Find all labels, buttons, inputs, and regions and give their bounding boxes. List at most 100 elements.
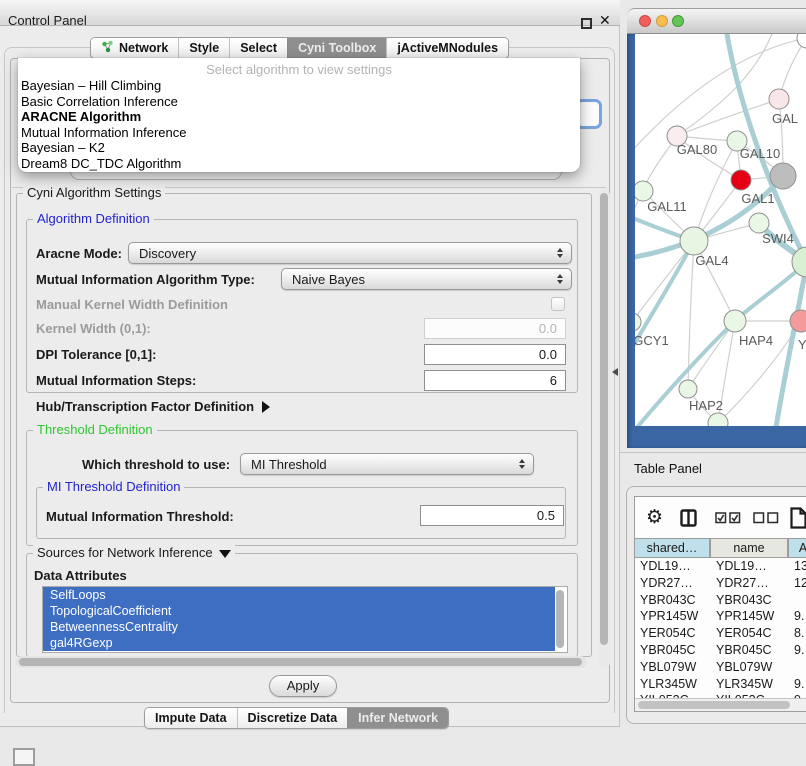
network-node-label: GAL80 (677, 142, 717, 157)
panel-divider (620, 452, 806, 453)
network-edge[interactable] (688, 321, 735, 389)
table-cell[interactable]: YDR27… (716, 575, 788, 592)
table-cell[interactable]: YDL19… (640, 558, 710, 575)
which-threshold-label: Which threshold to use: (82, 457, 230, 472)
list-scrollbar-thumb[interactable] (556, 590, 564, 648)
algorithm-option[interactable]: Bayesian – Hill Climbing (18, 78, 580, 94)
gear-icon[interactable]: ⚙ (646, 505, 663, 531)
network-node[interactable] (724, 310, 746, 332)
algorithm-option[interactable]: ARACNE Algorithm (18, 109, 580, 125)
manual-kernel-label: Manual Kernel Width Definition (36, 297, 228, 312)
network-node[interactable] (680, 227, 708, 255)
table-cell[interactable]: YBL079W (640, 659, 710, 676)
table-cell[interactable] (794, 659, 806, 676)
network-node[interactable] (797, 34, 806, 48)
table-header-cell[interactable]: shared… (634, 538, 710, 558)
network-edge[interactable] (677, 99, 779, 136)
table-cell[interactable]: 9. (794, 676, 806, 693)
aracne-mode-select[interactable]: Discovery (128, 242, 572, 264)
network-edge[interactable] (677, 34, 775, 136)
table-cell[interactable]: YBR043C (716, 592, 788, 609)
network-node[interactable] (769, 89, 789, 109)
table-panel-title: Table Panel (634, 461, 702, 476)
table-cell[interactable]: YBR043C (640, 592, 710, 609)
divider-collapse-arrow-icon[interactable] (612, 368, 618, 376)
data-attributes-list[interactable]: SelfLoopsTopologicalCoefficientBetweenne… (42, 586, 568, 653)
table-header-cell[interactable]: A (788, 538, 806, 558)
table-header-cell[interactable]: name (710, 538, 788, 558)
expand-triangle-icon[interactable] (262, 401, 270, 413)
hub-section-toggle[interactable]: Hub/Transcription Factor Definition (36, 399, 270, 414)
table-cell[interactable]: YER054C (716, 625, 788, 642)
v-scrollbar-thumb[interactable] (600, 193, 608, 645)
network-node[interactable] (749, 213, 769, 233)
float-icon[interactable] (581, 18, 592, 29)
table-cell[interactable]: 9. (794, 608, 806, 625)
tab-jactivemnodules[interactable]: jActiveMNodules (386, 38, 508, 58)
algorithm-option[interactable]: Basic Correlation Inference (18, 94, 580, 110)
dpi-tolerance-field[interactable]: 0.0 (424, 344, 566, 365)
unchecked-columns-icon[interactable] (753, 505, 779, 531)
list-item[interactable]: BetweennessCentrality (43, 619, 555, 635)
network-node[interactable] (708, 413, 728, 426)
algorithm-option[interactable]: Dream8 DC_TDC Algorithm (18, 156, 580, 172)
tab-style[interactable]: Style (178, 38, 229, 58)
table-cell[interactable]: YBR045C (640, 642, 710, 659)
list-item[interactable]: gal4RGexp (43, 635, 555, 651)
bottom-tab-infer-network[interactable]: Infer Network (347, 708, 448, 728)
bottom-tab-discretize-data[interactable]: Discretize Data (237, 708, 348, 728)
tab-label: Cyni Toolbox (298, 41, 376, 55)
table-cell[interactable]: YBR045C (716, 642, 788, 659)
table-cell[interactable]: YPR145W (716, 608, 788, 625)
tab-cyni-toolbox[interactable]: Cyni Toolbox (287, 38, 386, 58)
table-cell[interactable]: 9. (794, 642, 806, 659)
bottom-tab-impute-data[interactable]: Impute Data (145, 708, 237, 728)
manual-kernel-checkbox[interactable] (551, 297, 565, 311)
table-cell[interactable]: YER054C (640, 625, 710, 642)
table-cell[interactable] (794, 592, 806, 609)
file-icon[interactable] (790, 505, 806, 531)
list-item[interactable]: SelfLoops (43, 587, 555, 603)
mac-close-button[interactable] (639, 15, 651, 27)
algorithm-options-list: Bayesian – Hill ClimbingBasic Correlatio… (18, 78, 580, 171)
checked-columns-icon[interactable] (715, 505, 741, 531)
algorithm-option[interactable]: Bayesian – K2 (18, 140, 580, 156)
mi-algorithm-type-select[interactable]: Naive Bayes (281, 268, 572, 290)
tab-network[interactable]: Network (91, 38, 178, 58)
table-cell[interactable]: YLR345W (640, 676, 710, 693)
which-threshold-select[interactable]: MI Threshold (240, 453, 534, 475)
tab-select[interactable]: Select (229, 38, 287, 58)
network-node[interactable] (679, 380, 697, 398)
collapse-triangle-icon[interactable] (219, 550, 231, 558)
table-cell[interactable]: YPR145W (640, 608, 710, 625)
mac-zoom-button[interactable] (672, 15, 684, 27)
table-cell[interactable]: YDL19… (716, 558, 788, 575)
table-cell[interactable]: YDR27… (640, 575, 710, 592)
network-node[interactable] (635, 313, 641, 331)
h-scrollbar-thumb[interactable] (19, 658, 582, 666)
mi-steps-label: Mutual Information Steps: (36, 373, 196, 388)
mi-threshold-field[interactable]: 0.5 (420, 505, 564, 526)
algorithm-option[interactable]: Mutual Information Inference (18, 125, 580, 141)
table-cell[interactable]: 12 (794, 575, 806, 592)
table-cell[interactable]: YLR345W (716, 676, 788, 693)
network-node[interactable] (770, 163, 796, 189)
network-node[interactable] (731, 170, 751, 190)
network-node[interactable] (635, 181, 653, 201)
table-cell[interactable]: YBL079W (716, 659, 788, 676)
apply-button[interactable]: Apply (269, 675, 337, 697)
kernel-width-field[interactable]: 0.0 (424, 318, 566, 339)
mac-minimize-button[interactable] (656, 15, 668, 27)
split-columns-icon[interactable] (680, 505, 698, 531)
network-canvas[interactable]: GALGAL80GAL10GAL1GAL11GAL4SWI4GCY1HAP4YH… (635, 34, 806, 426)
table-h-scrollbar-thumb[interactable] (638, 701, 790, 709)
table-cell[interactable]: 8. (794, 625, 806, 642)
control-panel-titlebar[interactable] (0, 0, 620, 26)
network-node-label: GAL10 (740, 146, 780, 161)
list-item[interactable]: TopologicalCoefficient (43, 603, 555, 619)
minimized-panel-icon[interactable] (13, 748, 35, 766)
close-icon[interactable]: ✕ (599, 12, 611, 29)
mi-steps-field[interactable]: 6 (424, 370, 566, 391)
network-window-titlebar[interactable] (627, 8, 806, 34)
table-cell[interactable]: 13 (794, 558, 806, 575)
